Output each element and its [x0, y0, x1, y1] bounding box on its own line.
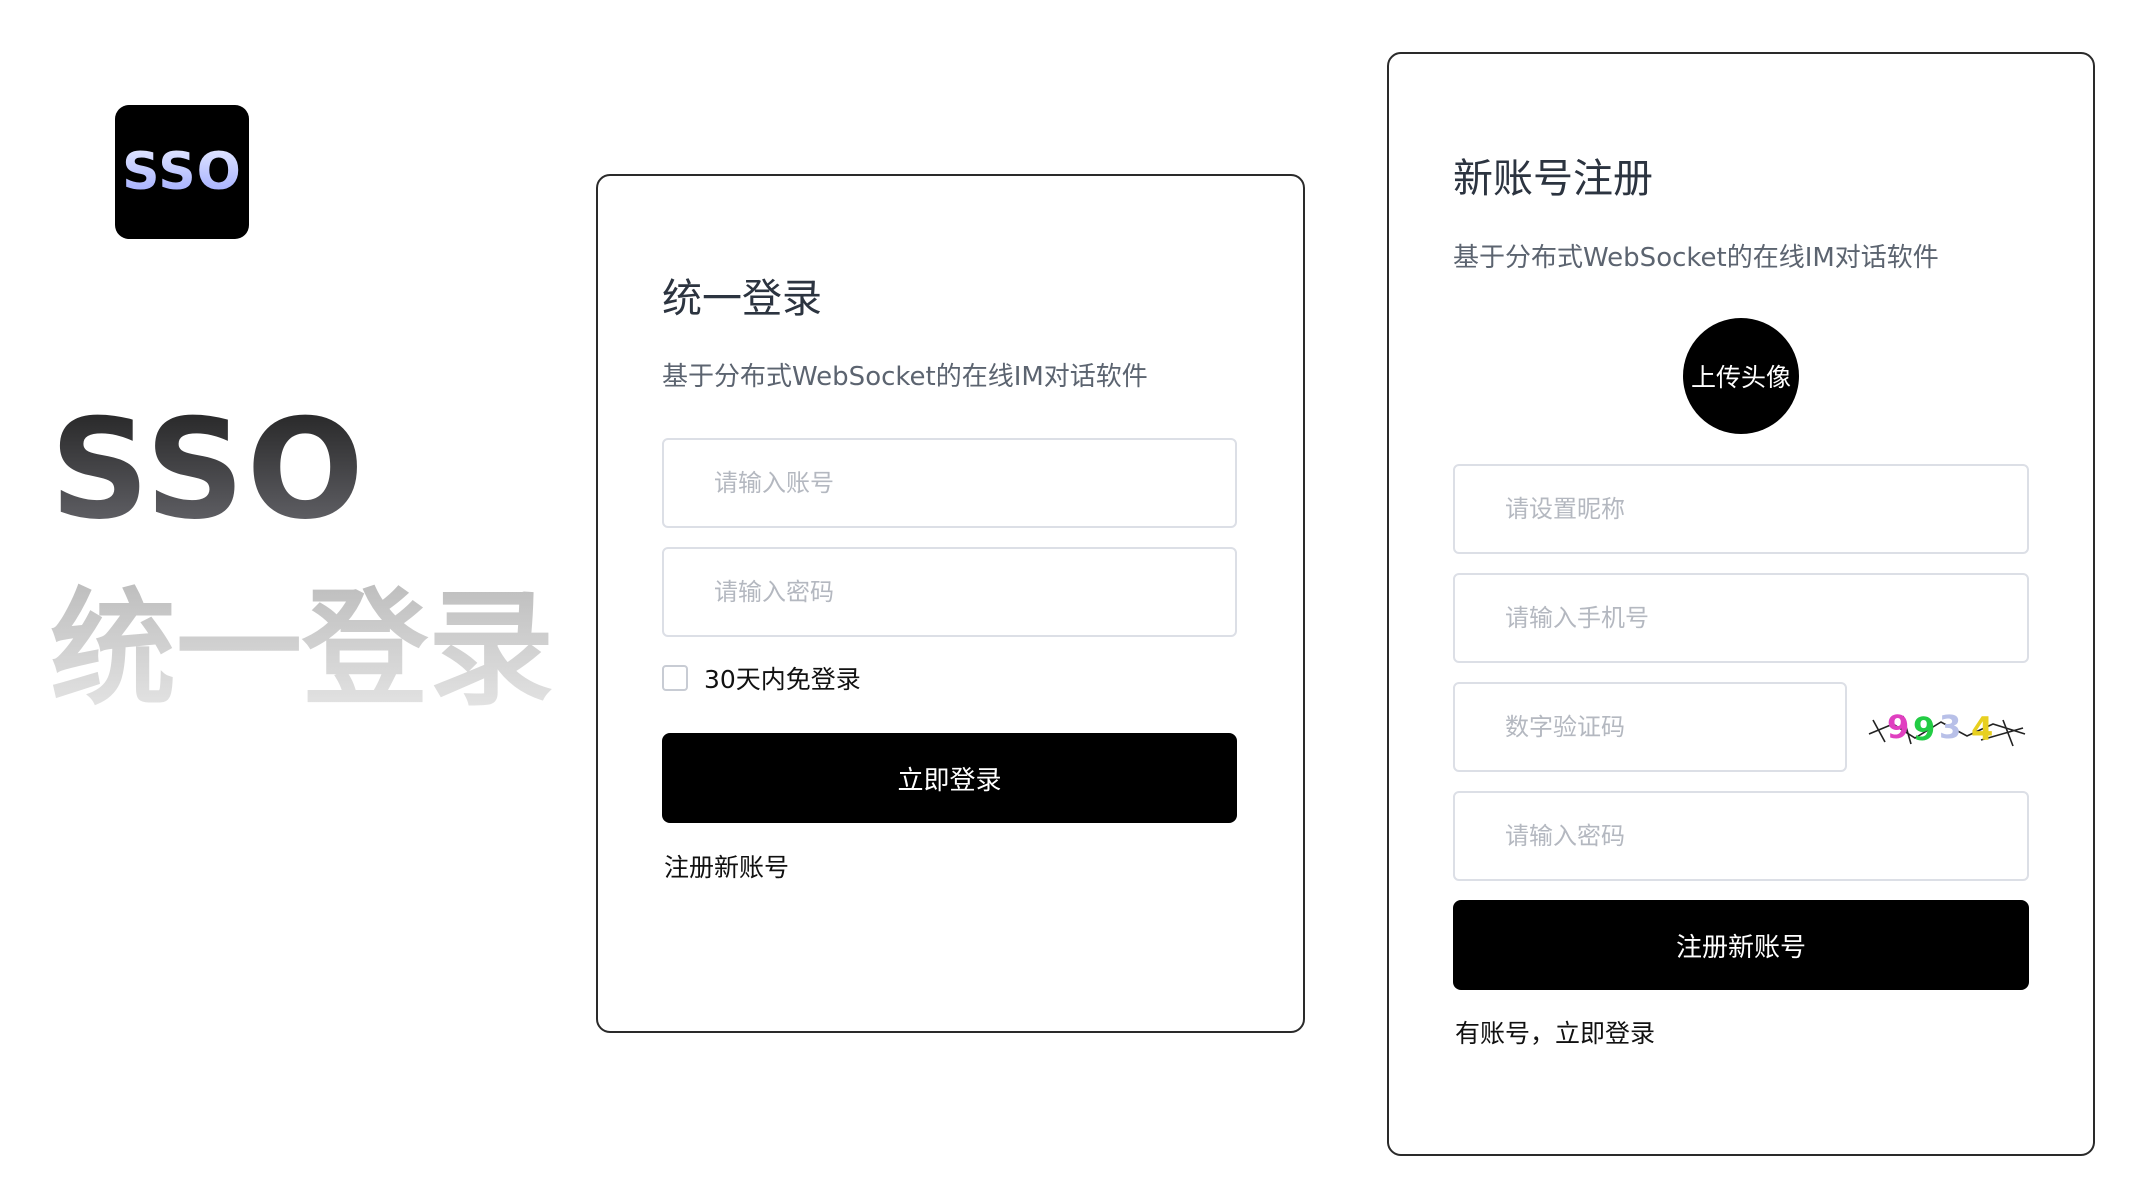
login-button[interactable]: 立即登录 — [662, 733, 1237, 823]
upload-avatar-button[interactable]: 上传头像 — [1683, 318, 1799, 434]
login-link[interactable]: 有账号，立即登录 — [1455, 1014, 1655, 1050]
account-input[interactable] — [662, 438, 1237, 528]
remember-me-label[interactable]: 30天内免登录 — [704, 660, 861, 696]
login-card: 统一登录 基于分布式WebSocket的在线IM对话软件 30天内免登录 立即登… — [596, 174, 1305, 1033]
login-title: 统一登录 — [662, 276, 822, 322]
remember-me-row[interactable]: 30天内免登录 — [662, 660, 861, 696]
hero-title: SSO — [50, 389, 366, 550]
register-subtitle: 基于分布式WebSocket的在线IM对话软件 — [1453, 243, 1939, 273]
register-card: 新账号注册 基于分布式WebSocket的在线IM对话软件 上传头像 9934 … — [1387, 52, 2095, 1156]
captcha-digit: 9 — [1913, 710, 1935, 748]
logo-text: SSO — [122, 142, 242, 202]
captcha-digit: 9 — [1887, 708, 1909, 746]
sso-logo: SSO — [115, 105, 249, 239]
captcha-digit: 3 — [1939, 708, 1961, 746]
register-title: 新账号注册 — [1453, 156, 1653, 202]
phone-input[interactable] — [1453, 573, 2029, 663]
login-subtitle: 基于分布式WebSocket的在线IM对话软件 — [662, 362, 1148, 392]
register-link[interactable]: 注册新账号 — [664, 848, 789, 884]
captcha-digit: 4 — [1971, 710, 1993, 748]
register-button[interactable]: 注册新账号 — [1453, 900, 2029, 990]
captcha-image[interactable]: 9934 — [1863, 694, 2031, 760]
verification-code-input[interactable] — [1453, 682, 1847, 772]
register-password-input[interactable] — [1453, 791, 2029, 881]
password-input[interactable] — [662, 547, 1237, 637]
hero-subtitle: 统一登录 — [50, 576, 554, 723]
remember-me-checkbox[interactable] — [662, 665, 688, 691]
nickname-input[interactable] — [1453, 464, 2029, 554]
